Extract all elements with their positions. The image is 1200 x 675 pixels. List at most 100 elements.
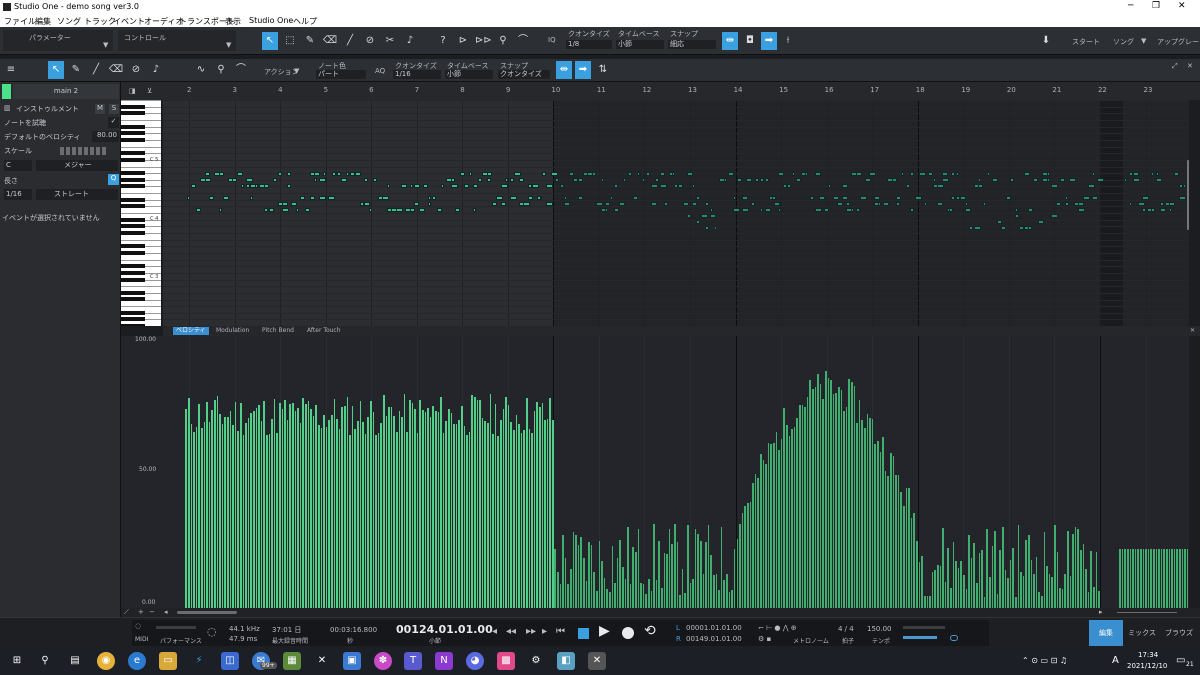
midi-note[interactable] [905,184,910,188]
midi-note[interactable] [787,184,792,188]
midi-note[interactable] [955,196,960,200]
tab-after-touch[interactable]: After Touch [304,327,344,335]
midi-note[interactable] [455,208,461,212]
midi-note[interactable] [646,172,651,176]
velocity-bar[interactable] [1017,525,1020,608]
velocity-bar[interactable] [307,401,310,608]
arrow-tool-icon[interactable]: ↖ [262,32,278,50]
midi-note[interactable] [591,172,596,176]
velocity-bar[interactable] [1053,525,1056,608]
velocity-bar[interactable] [572,531,575,608]
midi-note[interactable] [964,208,971,212]
midi-note[interactable] [1133,178,1141,182]
midi-note[interactable] [709,214,716,218]
midi-note[interactable] [650,184,658,188]
scale-type-select[interactable]: メジャー [36,160,118,171]
velocity-bar[interactable] [705,542,707,608]
velocity-bar[interactable] [785,424,788,608]
velocity-bar[interactable] [712,575,715,608]
velocity-bar[interactable] [1186,549,1189,608]
velocity-bar[interactable] [835,392,837,608]
velocity-bar[interactable] [510,422,512,608]
velocity-bar[interactable] [237,431,239,608]
zoom-slider[interactable] [1117,612,1177,613]
velocity-bar[interactable] [1009,560,1012,608]
midi-note[interactable] [778,172,785,176]
velocity-bar[interactable] [258,404,260,608]
velocity-bar[interactable] [292,402,294,608]
velocity-bar[interactable] [523,429,525,608]
midi-note[interactable] [951,172,956,176]
pencil-tool-icon[interactable]: ✎ [302,32,318,50]
midi-note[interactable] [1092,172,1096,176]
velocity-bar[interactable] [814,387,817,608]
task-view-icon[interactable]: ▤ [66,652,84,670]
settings-icon[interactable]: ⚙ [527,652,545,670]
midi-note[interactable] [1169,202,1176,206]
velocity-bar[interactable] [887,476,889,608]
mix-view-button[interactable]: ミックス [1125,620,1159,646]
photo-app-icon[interactable]: ▩ [497,652,515,670]
midi-note[interactable] [1069,178,1077,182]
timebase-select[interactable]: 小節 [445,70,493,79]
velocity-bar[interactable] [338,428,341,608]
velocity-bar[interactable] [866,413,869,608]
midi-note[interactable] [600,178,604,182]
velocity-bar[interactable] [484,421,486,608]
midi-note[interactable] [673,184,678,188]
midi-note[interactable] [1083,196,1091,200]
eraser-tool-icon[interactable]: ⌫ [108,61,124,79]
velocity-bar[interactable] [830,379,832,608]
midi-note[interactable] [914,196,922,200]
velocity-bar[interactable] [752,483,754,608]
velocity-bar[interactable] [299,423,302,608]
velocity-bar[interactable] [575,535,577,608]
velocity-bar[interactable] [297,407,299,608]
velocity-bar[interactable] [614,582,616,608]
velocity-bar[interactable] [658,541,660,608]
velocity-bar[interactable] [476,400,479,608]
velocity-bar[interactable] [650,590,653,608]
midi-note[interactable] [509,196,517,200]
velocity-bar[interactable] [986,529,988,608]
velocity-bar[interactable] [1139,549,1142,608]
velocity-bar[interactable] [746,502,749,608]
velocity-bar[interactable] [913,512,915,608]
midi-note[interactable] [741,208,749,212]
midi-note[interactable] [1001,226,1007,230]
midi-note[interactable] [1128,172,1133,176]
midi-note[interactable] [409,208,415,212]
midi-note[interactable] [901,172,905,176]
midi-note[interactable] [546,202,554,206]
midi-note[interactable] [687,172,694,176]
midi-note[interactable] [373,178,378,182]
velocity-bar[interactable] [673,524,676,608]
velocity-bar[interactable] [1160,549,1163,608]
velocity-bar[interactable] [741,512,744,608]
midi-note[interactable] [191,184,197,188]
velocity-bar[interactable] [564,557,567,608]
midi-note[interactable] [1178,196,1186,200]
midi-note[interactable] [605,208,609,212]
midi-note[interactable] [195,208,201,212]
midi-note[interactable] [1046,172,1050,176]
midi-note[interactable] [668,172,673,176]
velocity-bar[interactable] [843,411,845,608]
velocity-bar[interactable] [1061,588,1064,608]
velocity-bar[interactable] [266,434,268,608]
midi-note[interactable] [910,172,915,176]
velocity-bar[interactable] [853,385,856,608]
velocity-bar[interactable] [372,411,375,608]
velocity-bar[interactable] [1030,559,1033,608]
length-mode-select[interactable]: ストレート [36,189,118,200]
forward-icon[interactable]: ▸▸ [526,626,536,637]
velocity-bar[interactable] [401,416,403,608]
midi-note[interactable] [264,208,269,212]
midi-note[interactable] [1133,172,1140,176]
midi-note[interactable] [696,220,701,224]
midi-note[interactable] [896,196,902,200]
snap-grid-icon[interactable]: ⇹ [722,32,738,50]
midi-note[interactable] [1123,178,1127,182]
midi-note[interactable] [614,208,620,212]
velocity-bar[interactable] [396,432,398,608]
